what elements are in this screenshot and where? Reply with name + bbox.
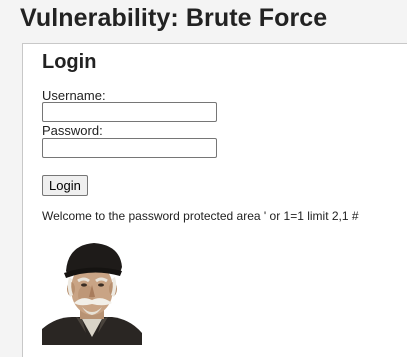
vulnerable-code-area: Login Username: Password: Login Welcome … — [22, 43, 407, 357]
username-label: Username: — [42, 88, 106, 103]
password-input[interactable] — [42, 138, 217, 158]
welcome-message: Welcome to the password protected area '… — [42, 209, 359, 223]
password-label: Password: — [42, 123, 103, 138]
user-avatar-photo-icon — [42, 237, 142, 345]
login-button[interactable]: Login — [42, 175, 88, 196]
login-heading: Login — [42, 51, 97, 73]
page: Vulnerability: Brute Force Login Usernam… — [0, 0, 407, 357]
username-input[interactable] — [42, 102, 217, 122]
page-title: Vulnerability: Brute Force — [20, 4, 328, 32]
